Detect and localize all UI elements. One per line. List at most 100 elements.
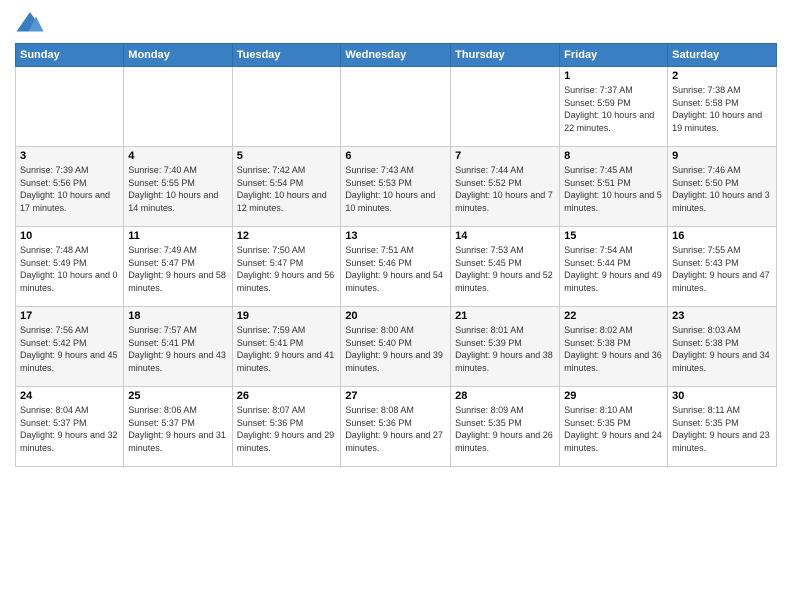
calendar-cell: 27 Sunrise: 8:08 AM Sunset: 5:36 PM Dayli… xyxy=(341,387,451,467)
day-number: 28 xyxy=(455,390,555,402)
logo xyxy=(15,10,49,35)
day-number: 9 xyxy=(672,150,772,162)
day-info: Sunrise: 7:38 AM Sunset: 5:58 PM Dayligh… xyxy=(672,84,772,134)
calendar-cell xyxy=(451,67,560,147)
day-info: Sunrise: 7:55 AM Sunset: 5:43 PM Dayligh… xyxy=(672,244,772,294)
day-number: 29 xyxy=(564,390,663,402)
day-info: Sunrise: 8:09 AM Sunset: 5:35 PM Dayligh… xyxy=(455,404,555,454)
day-header-tuesday: Tuesday xyxy=(232,44,341,67)
calendar-cell: 7 Sunrise: 7:44 AM Sunset: 5:52 PM Daylig… xyxy=(451,147,560,227)
day-number: 5 xyxy=(237,150,337,162)
calendar-table: SundayMondayTuesdayWednesdayThursdayFrid… xyxy=(15,43,777,467)
calendar-cell: 16 Sunrise: 7:55 AM Sunset: 5:43 PM Dayli… xyxy=(668,227,777,307)
calendar-cell: 9 Sunrise: 7:46 AM Sunset: 5:50 PM Daylig… xyxy=(668,147,777,227)
day-number: 12 xyxy=(237,230,337,242)
day-number: 23 xyxy=(672,310,772,322)
calendar-cell: 8 Sunrise: 7:45 AM Sunset: 5:51 PM Daylig… xyxy=(560,147,668,227)
calendar-cell: 29 Sunrise: 8:10 AM Sunset: 5:35 PM Dayli… xyxy=(560,387,668,467)
calendar-cell: 4 Sunrise: 7:40 AM Sunset: 5:55 PM Daylig… xyxy=(124,147,232,227)
day-number: 10 xyxy=(20,230,119,242)
day-info: Sunrise: 7:57 AM Sunset: 5:41 PM Dayligh… xyxy=(128,324,227,374)
calendar-cell: 13Sunrise: 7:51 AM Sunset: 5:46 PM Dayli… xyxy=(341,227,451,307)
day-info: Sunrise: 8:06 AM Sunset: 5:37 PM Dayligh… xyxy=(128,404,227,454)
calendar-week-1: 1 Sunrise: 7:37 AM Sunset: 5:59 PM Daylig… xyxy=(16,67,777,147)
day-number: 20 xyxy=(345,310,446,322)
calendar-week-2: 3 Sunrise: 7:39 AM Sunset: 5:56 PM Daylig… xyxy=(16,147,777,227)
header xyxy=(15,10,777,35)
day-info: Sunrise: 8:04 AM Sunset: 5:37 PM Dayligh… xyxy=(20,404,119,454)
calendar-cell: 5 Sunrise: 7:42 AM Sunset: 5:54 PM Daylig… xyxy=(232,147,341,227)
day-header-monday: Monday xyxy=(124,44,232,67)
day-info: Sunrise: 8:08 AM Sunset: 5:36 PM Dayligh… xyxy=(345,404,446,454)
day-info: Sunrise: 7:51 AM Sunset: 5:46 PM Dayligh… xyxy=(345,244,446,294)
calendar-cell: 3 Sunrise: 7:39 AM Sunset: 5:56 PM Daylig… xyxy=(16,147,124,227)
day-header-thursday: Thursday xyxy=(451,44,560,67)
day-info: Sunrise: 7:42 AM Sunset: 5:54 PM Dayligh… xyxy=(237,164,337,214)
day-info: Sunrise: 8:00 AM Sunset: 5:40 PM Dayligh… xyxy=(345,324,446,374)
calendar-cell: 14Sunrise: 7:53 AM Sunset: 5:45 PM Dayli… xyxy=(451,227,560,307)
calendar-cell: 18 Sunrise: 7:57 AM Sunset: 5:41 PM Dayli… xyxy=(124,307,232,387)
day-info: Sunrise: 7:59 AM Sunset: 5:41 PM Dayligh… xyxy=(237,324,337,374)
day-number: 17 xyxy=(20,310,119,322)
day-info: Sunrise: 7:37 AM Sunset: 5:59 PM Dayligh… xyxy=(564,84,663,134)
day-number: 27 xyxy=(345,390,446,402)
day-number: 30 xyxy=(672,390,772,402)
calendar-cell xyxy=(232,67,341,147)
calendar-cell xyxy=(341,67,451,147)
page-container: SundayMondayTuesdayWednesdayThursdayFrid… xyxy=(0,0,792,612)
calendar-header-row: SundayMondayTuesdayWednesdayThursdayFrid… xyxy=(16,44,777,67)
day-number: 19 xyxy=(237,310,337,322)
day-header-sunday: Sunday xyxy=(16,44,124,67)
calendar-cell: 6Sunrise: 7:43 AM Sunset: 5:53 PM Daylig… xyxy=(341,147,451,227)
day-number: 7 xyxy=(455,150,555,162)
calendar-cell: 1 Sunrise: 7:37 AM Sunset: 5:59 PM Daylig… xyxy=(560,67,668,147)
day-number: 3 xyxy=(20,150,119,162)
day-number: 16 xyxy=(672,230,772,242)
day-info: Sunrise: 7:48 AM Sunset: 5:49 PM Dayligh… xyxy=(20,244,119,294)
calendar-cell: 30 Sunrise: 8:11 AM Sunset: 5:35 PM Dayli… xyxy=(668,387,777,467)
logo-icon xyxy=(15,10,45,35)
day-number: 4 xyxy=(128,150,227,162)
day-info: Sunrise: 7:45 AM Sunset: 5:51 PM Dayligh… xyxy=(564,164,663,214)
day-info: Sunrise: 7:50 AM Sunset: 5:47 PM Dayligh… xyxy=(237,244,337,294)
day-info: Sunrise: 7:44 AM Sunset: 5:52 PM Dayligh… xyxy=(455,164,555,214)
day-number: 14 xyxy=(455,230,555,242)
calendar-cell: 26Sunrise: 8:07 AM Sunset: 5:36 PM Dayli… xyxy=(232,387,341,467)
calendar-cell xyxy=(124,67,232,147)
day-info: Sunrise: 7:46 AM Sunset: 5:50 PM Dayligh… xyxy=(672,164,772,214)
day-info: Sunrise: 8:10 AM Sunset: 5:35 PM Dayligh… xyxy=(564,404,663,454)
day-info: Sunrise: 7:56 AM Sunset: 5:42 PM Dayligh… xyxy=(20,324,119,374)
day-info: Sunrise: 7:40 AM Sunset: 5:55 PM Dayligh… xyxy=(128,164,227,214)
calendar-week-4: 17 Sunrise: 7:56 AM Sunset: 5:42 PM Dayli… xyxy=(16,307,777,387)
day-info: Sunrise: 8:11 AM Sunset: 5:35 PM Dayligh… xyxy=(672,404,772,454)
calendar-cell: 24 Sunrise: 8:04 AM Sunset: 5:37 PM Dayli… xyxy=(16,387,124,467)
day-info: Sunrise: 8:07 AM Sunset: 5:36 PM Dayligh… xyxy=(237,404,337,454)
calendar-cell xyxy=(16,67,124,147)
day-number: 8 xyxy=(564,150,663,162)
calendar-cell: 20 Sunrise: 8:00 AM Sunset: 5:40 PM Dayli… xyxy=(341,307,451,387)
day-info: Sunrise: 7:43 AM Sunset: 5:53 PM Dayligh… xyxy=(345,164,446,214)
day-header-friday: Friday xyxy=(560,44,668,67)
calendar-cell: 19 Sunrise: 7:59 AM Sunset: 5:41 PM Dayli… xyxy=(232,307,341,387)
day-info: Sunrise: 8:01 AM Sunset: 5:39 PM Dayligh… xyxy=(455,324,555,374)
day-number: 2 xyxy=(672,70,772,82)
day-info: Sunrise: 7:54 AM Sunset: 5:44 PM Dayligh… xyxy=(564,244,663,294)
day-info: Sunrise: 7:49 AM Sunset: 5:47 PM Dayligh… xyxy=(128,244,227,294)
day-number: 18 xyxy=(128,310,227,322)
day-number: 24 xyxy=(20,390,119,402)
day-number: 21 xyxy=(455,310,555,322)
day-header-wednesday: Wednesday xyxy=(341,44,451,67)
calendar-week-5: 24 Sunrise: 8:04 AM Sunset: 5:37 PM Dayli… xyxy=(16,387,777,467)
day-number: 1 xyxy=(564,70,663,82)
calendar-cell: 10 Sunrise: 7:48 AM Sunset: 5:49 PM Dayli… xyxy=(16,227,124,307)
day-number: 22 xyxy=(564,310,663,322)
calendar-cell: 21 Sunrise: 8:01 AM Sunset: 5:39 PM Dayli… xyxy=(451,307,560,387)
calendar-cell: 11 Sunrise: 7:49 AM Sunset: 5:47 PM Dayli… xyxy=(124,227,232,307)
calendar-cell: 22Sunrise: 8:02 AM Sunset: 5:38 PM Dayli… xyxy=(560,307,668,387)
day-number: 11 xyxy=(128,230,227,242)
calendar-week-3: 10 Sunrise: 7:48 AM Sunset: 5:49 PM Dayli… xyxy=(16,227,777,307)
day-info: Sunrise: 8:03 AM Sunset: 5:38 PM Dayligh… xyxy=(672,324,772,374)
calendar-cell: 15Sunrise: 7:54 AM Sunset: 5:44 PM Dayli… xyxy=(560,227,668,307)
day-info: Sunrise: 7:39 AM Sunset: 5:56 PM Dayligh… xyxy=(20,164,119,214)
calendar-cell: 23 Sunrise: 8:03 AM Sunset: 5:38 PM Dayli… xyxy=(668,307,777,387)
